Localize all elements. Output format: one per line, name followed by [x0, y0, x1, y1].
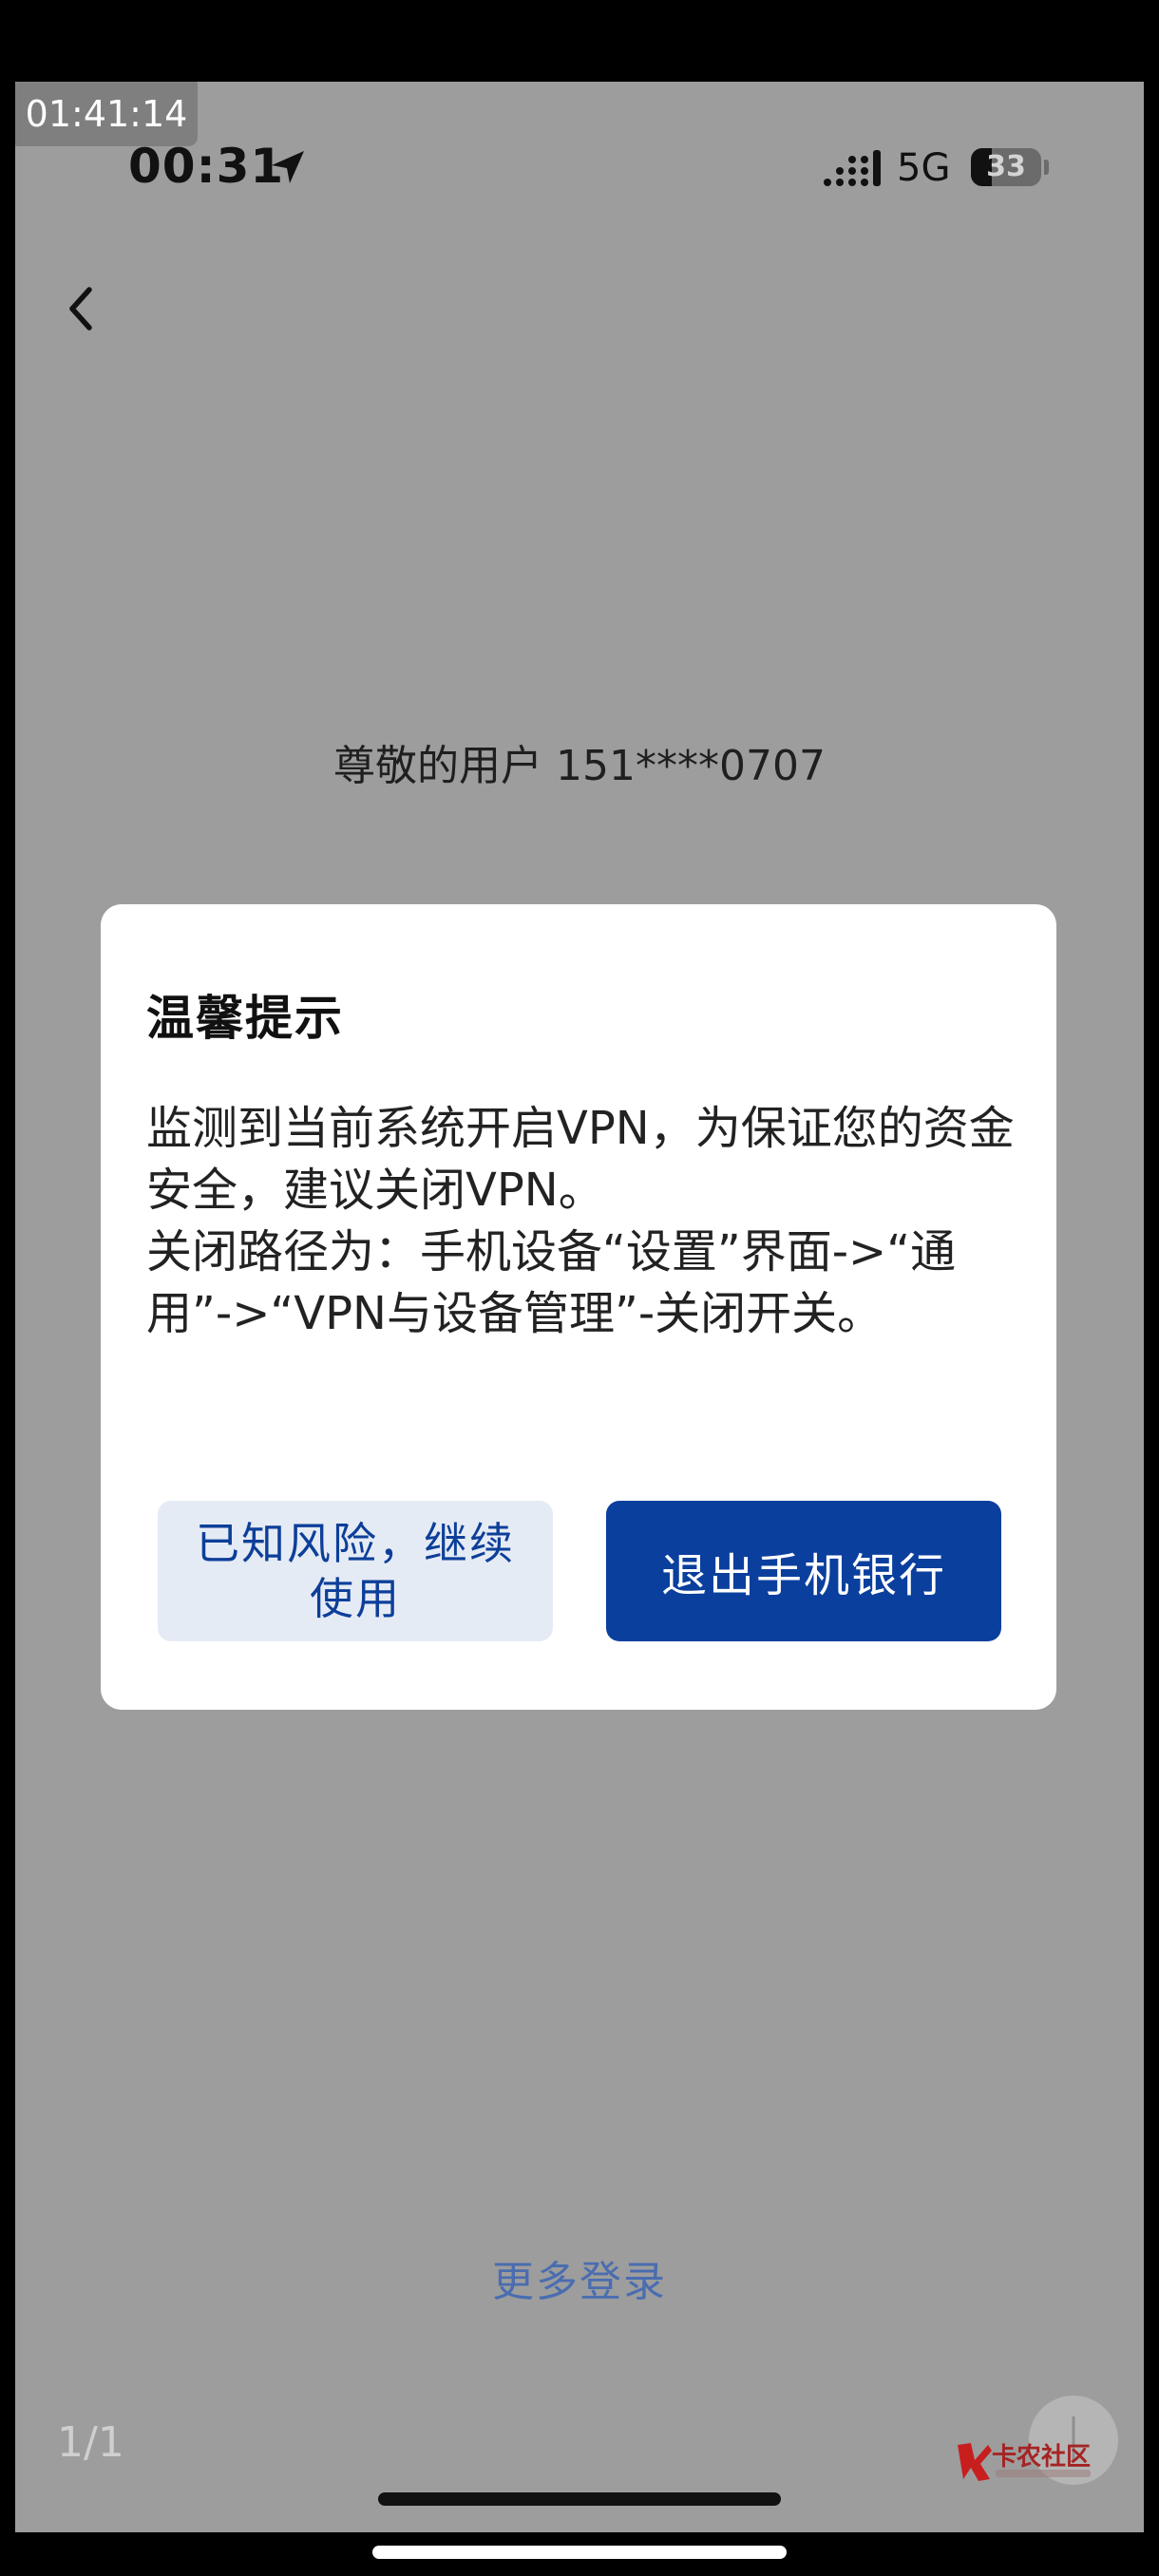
more-login-link[interactable]: 更多登录 — [0, 2247, 1159, 2308]
outer-home-indicator[interactable] — [372, 2546, 787, 2559]
dialog-title: 温馨提示 — [146, 991, 344, 1046]
location-arrow-icon — [272, 151, 304, 183]
back-chevron-icon[interactable] — [57, 280, 104, 337]
user-greeting: 尊敬的用户 151****0707 — [333, 742, 826, 790]
recording-timer: 01:41:14 — [15, 82, 198, 146]
watermark-subtext — [996, 2470, 1091, 2477]
status-time: 00:31 — [128, 139, 285, 194]
battery-tip — [1044, 160, 1049, 175]
battery-icon: 33 — [971, 148, 1041, 186]
watermark-text: 卡农社区 — [992, 2443, 1092, 2472]
signal-dots-icon — [824, 150, 881, 186]
battery-level: 33 — [986, 150, 1026, 183]
network-type: 5G — [897, 146, 951, 190]
continue-anyway-button[interactable]: 已知风险，继续使用 — [158, 1501, 553, 1641]
vpn-warning-dialog: 温馨提示 监测到当前系统开启VPN，为保证您的资金安全，建议关闭VPN。 关闭路… — [101, 904, 1056, 1710]
home-indicator[interactable] — [378, 2492, 781, 2506]
dialog-message: 监测到当前系统开启VPN，为保证您的资金安全，建议关闭VPN。 关闭路径为：手机… — [146, 1102, 1015, 1340]
exit-mobile-banking-button[interactable]: 退出手机银行 — [606, 1501, 1001, 1641]
page-indicator: 1/1 — [57, 2418, 124, 2467]
